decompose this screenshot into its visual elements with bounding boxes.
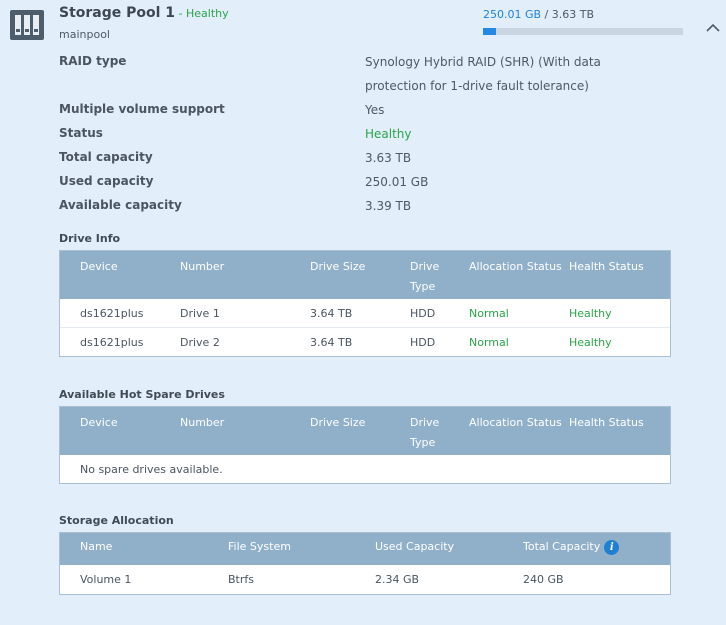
column-header[interactable]: Drive Size: [310, 257, 365, 277]
number-cell: Drive 1: [180, 307, 220, 320]
column-header[interactable]: Allocation Status: [469, 413, 562, 433]
raid-type-label: RAID type: [59, 54, 127, 68]
allocation-status-cell: Normal: [469, 336, 509, 349]
total-capacity-value: 3.63 TB: [365, 151, 412, 165]
usage-used: 250.01 GB: [483, 8, 542, 21]
number-cell: Drive 2: [180, 336, 220, 349]
table-row[interactable]: Volume 1 Btrfs 2.34 GB 240 GB: [60, 565, 670, 594]
raid-type-value: Synology Hybrid RAID (SHR) (With data pr…: [365, 55, 601, 93]
multiple-volume-label: Multiple volume support: [59, 102, 225, 116]
empty-row: No spare drives available.: [60, 455, 670, 483]
chevron-up-icon: [706, 23, 720, 32]
usage-total: 3.63 TB: [551, 8, 595, 21]
pool-status: Healthy: [186, 7, 229, 20]
used-capacity-value: 250.01 GB: [365, 175, 429, 189]
file-system-cell: Btrfs: [228, 573, 254, 586]
column-header[interactable]: Number: [180, 257, 224, 277]
storage-allocation-table: Name File System Used Capacity Total Cap…: [59, 532, 671, 595]
table-header: Name File System Used Capacity Total Cap…: [60, 533, 670, 565]
hot-spare-table: Device Number Drive Size Drive Type Allo…: [59, 406, 671, 484]
available-capacity-label: Available capacity: [59, 198, 182, 212]
table-header: Device Number Drive Size Drive Type Allo…: [60, 251, 670, 299]
device-cell: ds1621plus: [80, 336, 144, 349]
storage-allocation-title: Storage Allocation: [59, 514, 174, 527]
usage-bar-fill: [483, 28, 497, 35]
column-header[interactable]: Used Capacity: [375, 537, 454, 557]
column-header[interactable]: Allocation Status: [469, 257, 562, 277]
pool-name: Storage Pool 1: [59, 5, 176, 21]
storage-pool-icon: [10, 10, 44, 40]
column-header[interactable]: Drive Type: [410, 257, 452, 297]
drive-size-cell: 3.64 TB: [310, 336, 353, 349]
info-icon[interactable]: i: [604, 539, 620, 555]
available-capacity-value: 3.39 TB: [365, 199, 412, 213]
usage-bar: [483, 28, 683, 35]
column-header[interactable]: Number: [180, 413, 224, 433]
usage-summary: 250.01 GB / 3.63 TB: [483, 8, 594, 21]
column-header[interactable]: File System: [228, 537, 291, 557]
table-header: Device Number Drive Size Drive Type Allo…: [60, 407, 670, 455]
table-row[interactable]: ds1621plus Drive 2 3.64 TB HDD Normal He…: [60, 328, 670, 356]
hot-spare-title: Available Hot Spare Drives: [59, 388, 225, 401]
column-header[interactable]: Name: [80, 537, 112, 557]
device-cell: ds1621plus: [80, 307, 144, 320]
drive-info-title: Drive Info: [59, 232, 121, 245]
used-capacity-cell: 2.34 GB: [375, 573, 420, 586]
column-header[interactable]: Drive Type: [410, 413, 452, 453]
name-cell: Volume 1: [80, 573, 132, 586]
allocation-status-cell: Normal: [469, 307, 509, 320]
usage-separator: /: [541, 8, 552, 21]
table-row[interactable]: ds1621plus Drive 1 3.64 TB HDD Normal He…: [60, 299, 670, 328]
multiple-volume-value: Yes: [365, 103, 385, 117]
drive-info-table: Device Number Drive Size Drive Type Allo…: [59, 250, 671, 357]
used-capacity-label: Used capacity: [59, 174, 154, 188]
total-capacity-label: Total capacity: [59, 150, 153, 164]
column-header[interactable]: Device: [80, 413, 118, 433]
drive-type-cell: HDD: [410, 336, 436, 349]
collapse-button[interactable]: [705, 19, 721, 32]
drive-type-cell: HDD: [410, 307, 436, 320]
health-status-cell: Healthy: [569, 307, 612, 320]
pool-subtitle: mainpool: [59, 28, 110, 41]
column-header[interactable]: Total Capacity i: [523, 537, 620, 557]
pool-title: Storage Pool 1 - Healthy: [59, 5, 229, 21]
total-capacity-header: Total Capacity: [523, 540, 601, 553]
pool-status-separator: -: [175, 7, 187, 20]
status-value: Healthy: [365, 127, 412, 141]
column-header[interactable]: Health Status: [569, 413, 644, 433]
empty-message: No spare drives available.: [80, 463, 223, 476]
column-header[interactable]: Device: [80, 257, 118, 277]
total-capacity-cell: 240 GB: [523, 573, 564, 586]
column-header[interactable]: Health Status: [569, 257, 644, 277]
health-status-cell: Healthy: [569, 336, 612, 349]
drive-size-cell: 3.64 TB: [310, 307, 353, 320]
column-header[interactable]: Drive Size: [310, 413, 365, 433]
status-label: Status: [59, 126, 103, 140]
